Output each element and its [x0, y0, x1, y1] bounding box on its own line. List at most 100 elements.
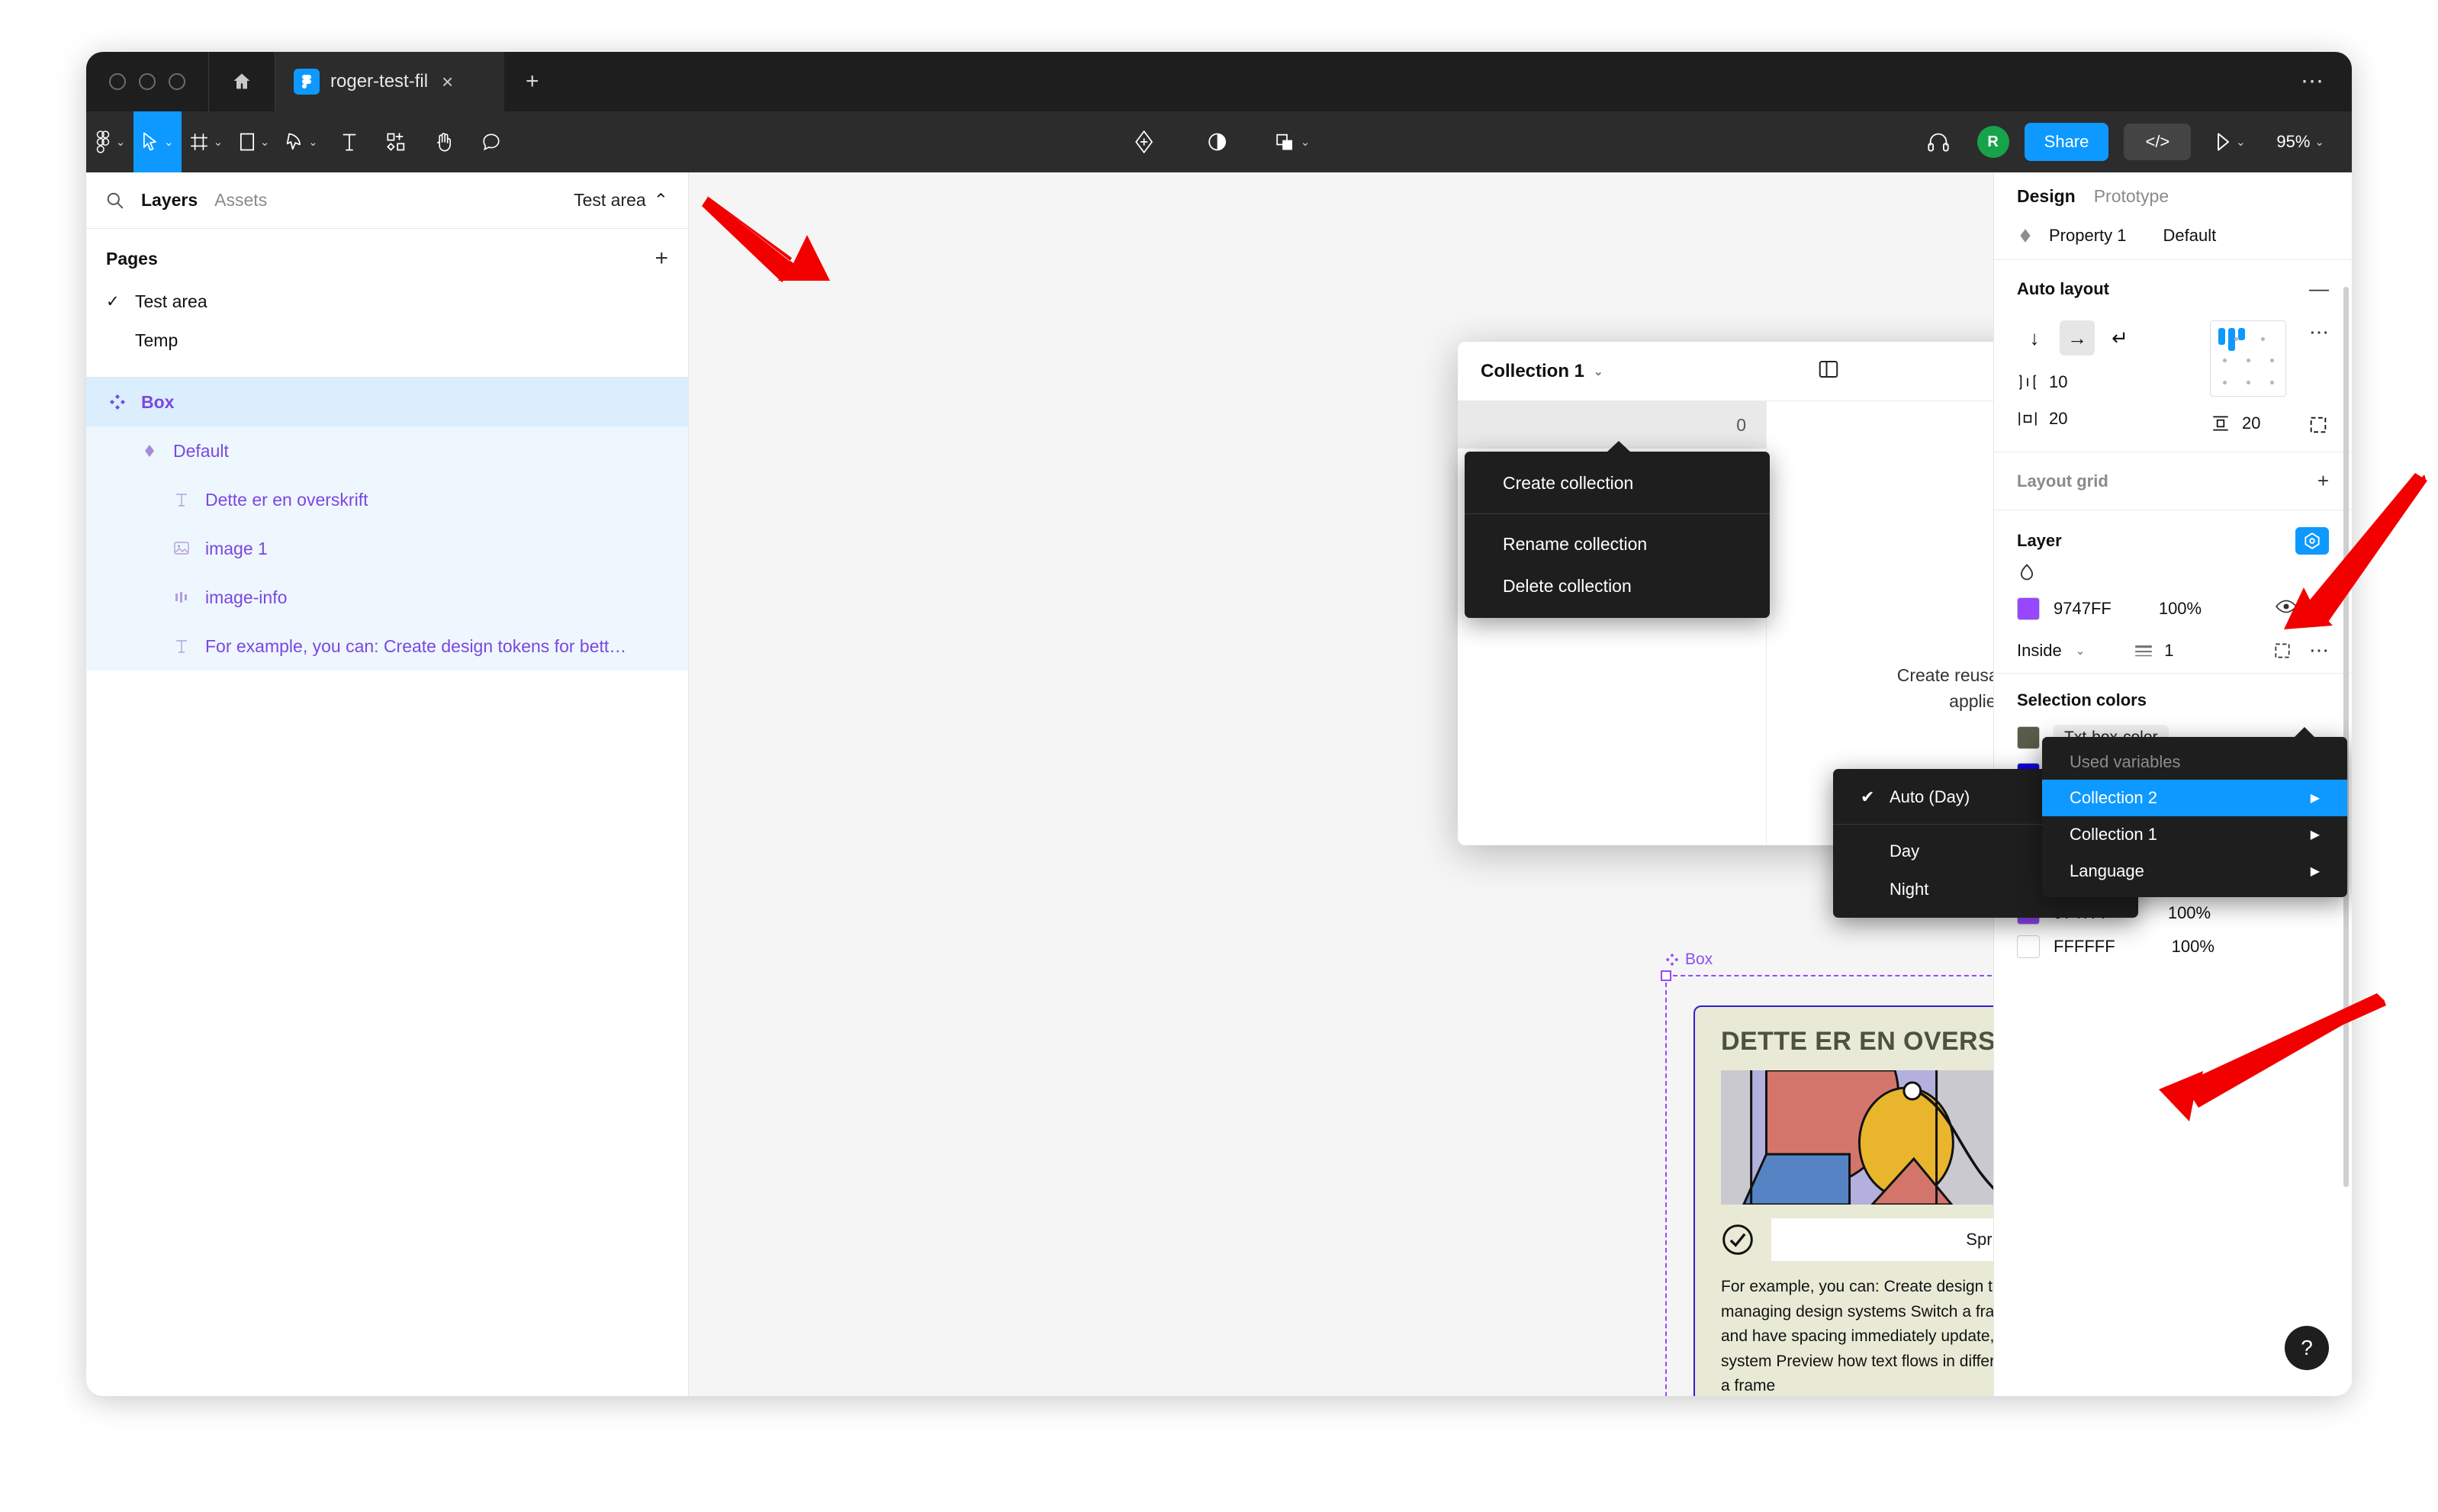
stroke-weight-control[interactable]: 1 [2134, 640, 2174, 661]
comment-icon [483, 134, 500, 151]
auto-layout-controls: ↓ → ↵ 10 20 20 ⋯ [2017, 320, 2329, 435]
color-swatch[interactable] [2017, 726, 2040, 749]
file-tab[interactable]: roger-test-fil × [275, 52, 504, 111]
property-value: Default [2163, 226, 2217, 245]
stroke-more-button[interactable]: ⋯ [2309, 639, 2329, 662]
comment-tool-button[interactable] [468, 111, 515, 172]
remove-auto-layout-button[interactable]: — [2309, 277, 2329, 301]
frame-name-label[interactable]: Box [1665, 951, 1993, 969]
card-artwork[interactable] [1721, 1070, 1993, 1205]
component-set-icon [1665, 953, 1679, 967]
color-swatch[interactable] [2017, 935, 2040, 958]
figma-logo-icon [294, 69, 320, 95]
tab-assets[interactable]: Assets [214, 190, 267, 211]
card-text-field[interactable]: Springsteen [1771, 1218, 1993, 1261]
rectangle-icon [240, 133, 254, 151]
dev-mode-button[interactable]: </> [2124, 124, 2192, 160]
components-tool-button[interactable] [373, 111, 420, 172]
chevron-down-icon: ⌄ [2314, 136, 2324, 149]
page-item-test-area[interactable]: ✓ Test area [86, 282, 688, 321]
individual-padding-icon[interactable] [2308, 415, 2329, 435]
tab-layers[interactable]: Layers [141, 190, 198, 211]
text-tool-button[interactable] [326, 111, 373, 172]
padding-vertical-control[interactable]: 20 [2210, 413, 2286, 433]
menu-item-rename-collection[interactable]: Rename collection [1465, 523, 1770, 565]
headset-button[interactable] [1915, 111, 1962, 172]
tab-design[interactable]: Design [2017, 186, 2076, 207]
shape-tool-button[interactable]: ⌄ [230, 111, 278, 172]
remove-fill-button[interactable]: — [2311, 598, 2329, 619]
maximize-window-button[interactable] [169, 73, 185, 90]
component-property-row[interactable]: Property 1 Default [1994, 220, 2352, 259]
menu-item-delete-collection[interactable]: Delete collection [1465, 565, 1770, 607]
add-page-button[interactable]: + [655, 246, 668, 272]
frame-tool-button[interactable]: ⌄ [182, 111, 231, 172]
minimize-window-button[interactable] [139, 73, 156, 90]
padding-horizontal-control[interactable]: 20 [2017, 409, 2189, 429]
tab-prototype[interactable]: Prototype [2094, 186, 2169, 207]
close-window-button[interactable] [109, 73, 126, 90]
layer-item-heading-text[interactable]: Dette er en overskrift [86, 475, 688, 524]
card-component[interactable]: DETTE ER EN OVERSKRIFT [1693, 1005, 1993, 1396]
component-set-frame[interactable]: DETTE ER EN OVERSKRIFT [1661, 970, 1993, 1396]
resize-handle-top-left[interactable] [1661, 970, 1671, 981]
stroke-weight-value: 1 [2164, 640, 2174, 660]
layers-stack-button[interactable]: ⌄ [1267, 111, 1318, 172]
auto-layout-more-button[interactable]: ⋯ [2309, 320, 2329, 344]
fill-swatch[interactable] [2017, 597, 2040, 620]
move-tool-button[interactable]: ⌄ [133, 111, 182, 172]
menu-item-create-collection[interactable]: Create collection [1465, 462, 1770, 504]
contrast-button[interactable] [1194, 111, 1241, 172]
menu-item-collection-1[interactable]: Collection 1 ▶ [2042, 816, 2347, 853]
selection-color-row[interactable]: FFFFFF 100% [2017, 930, 2329, 963]
add-layout-grid-button[interactable]: + [2317, 469, 2329, 493]
page-item-temp[interactable]: Temp [86, 321, 688, 360]
gap-control[interactable]: 10 [2017, 372, 2189, 392]
variables-button[interactable] [1121, 111, 1168, 172]
page-selector[interactable]: Test area ⌃ [574, 190, 668, 211]
selection-colors-title: Selection colors [2017, 690, 2147, 709]
direction-wrap-button[interactable]: ↵ [2102, 320, 2137, 355]
layer-item-body-text[interactable]: For example, you can: Create design toke… [86, 622, 688, 671]
layer-item-box[interactable]: Box [86, 378, 688, 426]
chevron-down-icon[interactable]: ⌄ [2076, 644, 2086, 658]
design-prototype-tabs: Design Prototype [1994, 172, 2352, 220]
present-button[interactable]: ⌄ [2206, 111, 2253, 172]
window-more-icon[interactable]: ⋯ [2301, 69, 2326, 95]
layer-variables-button[interactable] [2295, 527, 2329, 555]
collection-context-menu: Create collection Rename collection Dele… [1465, 441, 1770, 618]
layer-label: Dette er en overskrift [205, 489, 368, 510]
pen-tool-button[interactable]: ⌄ [278, 111, 326, 172]
menu-item-collection-2[interactable]: Collection 2 ▶ [2042, 780, 2347, 816]
layer-item-image-info[interactable]: image-info [86, 573, 688, 622]
sidebar-toggle-icon[interactable] [1817, 358, 1840, 384]
canvas-area[interactable]: Collection 1 ⌄ Beta × [689, 172, 1993, 1396]
layer-item-image-1[interactable]: image 1 [86, 524, 688, 573]
collection-selector[interactable]: Collection 1 ⌄ [1458, 361, 1603, 382]
close-icon[interactable]: × [442, 72, 453, 92]
figma-menu-button[interactable]: ⌄ [86, 111, 133, 172]
eye-icon[interactable] [2276, 598, 2297, 619]
new-tab-button[interactable]: + [504, 52, 561, 111]
hand-tool-button[interactable] [420, 111, 468, 172]
stroke-position[interactable]: Inside [2017, 641, 2062, 661]
fill-row[interactable]: 9747FF 100% — [1994, 590, 2352, 628]
menu-item-language[interactable]: Language ▶ [2042, 853, 2347, 890]
search-icon[interactable] [106, 191, 124, 210]
share-button[interactable]: Share [2024, 123, 2109, 161]
window-controls[interactable] [86, 52, 208, 111]
chevron-down-icon: ⌄ [1300, 136, 1311, 149]
home-button[interactable] [209, 52, 275, 111]
help-button[interactable]: ? [2285, 1326, 2329, 1370]
alignment-picker[interactable] [2210, 320, 2286, 397]
avatar[interactable]: R [1976, 126, 2009, 158]
check-circle-icon[interactable] [1721, 1223, 1755, 1256]
layer-item-default[interactable]: Default [86, 426, 688, 475]
direction-vertical-button[interactable]: ↓ [2017, 320, 2052, 355]
zoom-control[interactable]: 95% ⌄ [2269, 111, 2332, 172]
direction-horizontal-button[interactable]: → [2060, 320, 2095, 355]
stroke-advanced-icon[interactable] [2272, 642, 2292, 660]
component-property-icon [2020, 229, 2031, 243]
auto-layout-title: Auto layout [2017, 278, 2109, 298]
blend-mode-row[interactable] [1994, 561, 2352, 590]
